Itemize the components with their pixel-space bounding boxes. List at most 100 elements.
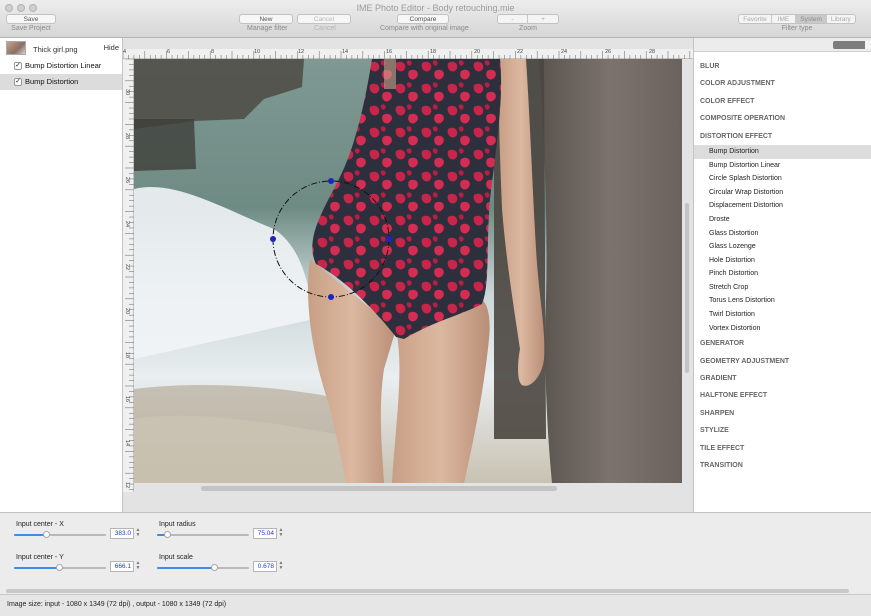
hide-button[interactable]: Hide (104, 43, 119, 52)
radius-value[interactable]: 75.04 (253, 528, 277, 539)
filter-item[interactable]: Bump Distortion Linear (694, 159, 871, 173)
filter-category[interactable]: GRADIENT (694, 370, 871, 387)
radius-handle-top[interactable] (328, 178, 334, 184)
new-filter-button[interactable]: New (239, 14, 293, 24)
filter-item[interactable]: Pinch Distortion (694, 267, 871, 281)
filter-item[interactable]: Hole Distortion (694, 254, 871, 268)
zoom-caption: Zoom (519, 25, 537, 32)
radius-slider[interactable] (157, 531, 249, 538)
filter-type-library[interactable]: Library (826, 15, 855, 23)
horizontal-scrollbar[interactable] (201, 486, 557, 491)
filter-category[interactable]: COLOR ADJUSTMENT (694, 75, 871, 92)
ruler-tick-label: 6 (167, 49, 171, 55)
filter-item[interactable]: Stretch Crop (694, 281, 871, 295)
filter-type-system[interactable]: System (796, 15, 827, 23)
zoom-out-button[interactable]: - (498, 15, 528, 23)
center-y-slider[interactable] (14, 564, 106, 571)
param-center-y: Input center - Y 666.1 ▲ ▼ (14, 554, 156, 580)
filter-category[interactable]: SHARPEN (694, 405, 871, 422)
filter-item[interactable]: Twirl Distortion (694, 308, 871, 322)
param-label: Input scale (159, 554, 193, 561)
center-y-value[interactable]: 666.1 (110, 561, 134, 572)
center-x-stepper[interactable]: ▲ ▼ (135, 528, 141, 539)
param-radius: Input radius 75.04 ▲ ▼ (157, 521, 299, 547)
layer-label: Bump Distortion (25, 77, 79, 86)
ruler-tick-label: 24 (124, 220, 131, 228)
slider-knob[interactable] (164, 531, 171, 538)
filter-item[interactable]: Torus Lens Distortion (694, 294, 871, 308)
manage-filter-caption: Manage filter (247, 25, 288, 32)
center-handle[interactable] (386, 236, 392, 242)
filter-item[interactable]: Circle Splash Distortion (694, 172, 871, 186)
filter-view-toggle[interactable] (833, 41, 871, 49)
ruler-tick-label: 14 (342, 49, 349, 55)
save-button[interactable]: Save (6, 14, 56, 24)
parameters-scrollbar[interactable] (6, 589, 849, 593)
layer-label: Bump Distortion Linear (25, 61, 102, 70)
radius-handle-bottom[interactable] (328, 294, 334, 300)
vertical-ruler: 30 28 26 24 22 20 18 16 14 12 (123, 59, 134, 492)
filter-panel: BLUR COLOR ADJUSTMENT COLOR EFFECT COMPOSIT… (693, 38, 871, 512)
center-x-value[interactable]: 383.0 (110, 528, 134, 539)
save-caption: Save Project (11, 25, 51, 32)
filter-item[interactable]: Vortex Distortion (694, 322, 871, 336)
radius-stepper[interactable]: ▲ ▼ (278, 528, 284, 539)
vertical-scrollbar[interactable] (685, 203, 689, 373)
filter-category[interactable]: DISTORTION EFFECT (694, 128, 871, 145)
layer-checkbox[interactable]: ✓ (14, 78, 22, 86)
parameters-panel: Input center - X 383.0 ▲ ▼ Input radius 7… (0, 512, 871, 594)
filter-type-caption: Filter type (781, 25, 813, 32)
photo-canvas[interactable] (134, 59, 682, 483)
scale-slider[interactable] (157, 564, 249, 571)
slider-knob[interactable] (211, 564, 218, 571)
layers-panel: Thick girl.png Hide ✓ Bump Distortion Li… (0, 38, 123, 512)
filter-category[interactable]: COLOR EFFECT (694, 93, 871, 110)
slider-knob[interactable] (43, 531, 50, 538)
filter-category[interactable]: TILE EFFECT (694, 440, 871, 457)
param-center-x: Input center - X 383.0 ▲ ▼ (14, 521, 156, 547)
filter-item[interactable]: Droste (694, 213, 871, 227)
filter-category[interactable]: BLUR (694, 58, 871, 75)
filter-type-favorite[interactable]: Favorite (739, 15, 772, 23)
layer-item[interactable]: ✓ Bump Distortion Linear (0, 58, 122, 74)
center-y-stepper[interactable]: ▲ ▼ (135, 561, 141, 572)
filter-category[interactable]: STYLIZE (694, 422, 871, 439)
radius-circle[interactable] (272, 180, 390, 298)
slider-knob[interactable] (56, 564, 63, 571)
ruler-tick-label: 14 (124, 439, 131, 447)
filter-item[interactable]: Bump Distortion (694, 144, 871, 159)
zoom-control: - + (497, 14, 559, 24)
image-layer[interactable]: Thick girl.png Hide (0, 38, 122, 58)
filter-category[interactable]: GEOMETRY ADJUSTMENT (694, 353, 871, 370)
manage-filter-group: New Cancel Manage filter Cancel (239, 14, 351, 32)
ruler-tick-label: 22 (124, 263, 131, 271)
radius-handle-left[interactable] (270, 236, 276, 242)
ruler-tick-label: 4 (123, 49, 127, 55)
filter-category[interactable]: GENERATOR (694, 335, 871, 352)
save-group: Save Save Project (6, 14, 56, 32)
ruler-tick-label: 16 (386, 49, 393, 55)
slider-fill (14, 534, 46, 536)
center-x-slider[interactable] (14, 531, 106, 538)
compare-group: Compare Compare with original image (380, 14, 469, 32)
filter-item[interactable]: Circular Wrap Distortion (694, 186, 871, 200)
layer-item[interactable]: ✓ Bump Distortion (0, 74, 122, 90)
filter-category[interactable]: COMPOSITE OPERATION (694, 110, 871, 127)
scale-stepper[interactable]: ▲ ▼ (278, 561, 284, 572)
scale-value[interactable]: 0.678 (253, 561, 277, 572)
ruler-tick-label: 30 (124, 88, 131, 96)
filter-item[interactable]: Displacement Distortion (694, 199, 871, 213)
ruler-tick-label: 28 (649, 49, 656, 55)
zoom-in-button[interactable]: + (528, 15, 558, 23)
slider-fill (157, 567, 214, 569)
filter-category[interactable]: HALFTONE EFFECT (694, 387, 871, 404)
filter-type-ime[interactable]: IME (771, 15, 797, 23)
filter-category[interactable]: TRANSITION (694, 457, 871, 474)
cancel-filter-button[interactable]: Cancel (297, 14, 351, 24)
filter-item[interactable]: Glass Lozenge (694, 240, 871, 254)
compare-button[interactable]: Compare (397, 14, 449, 24)
filter-item[interactable]: Glass Distortion (694, 227, 871, 241)
cancel-caption: Cancel (314, 25, 336, 32)
layer-checkbox[interactable]: ✓ (14, 62, 22, 70)
filter-panel-header (694, 38, 871, 52)
